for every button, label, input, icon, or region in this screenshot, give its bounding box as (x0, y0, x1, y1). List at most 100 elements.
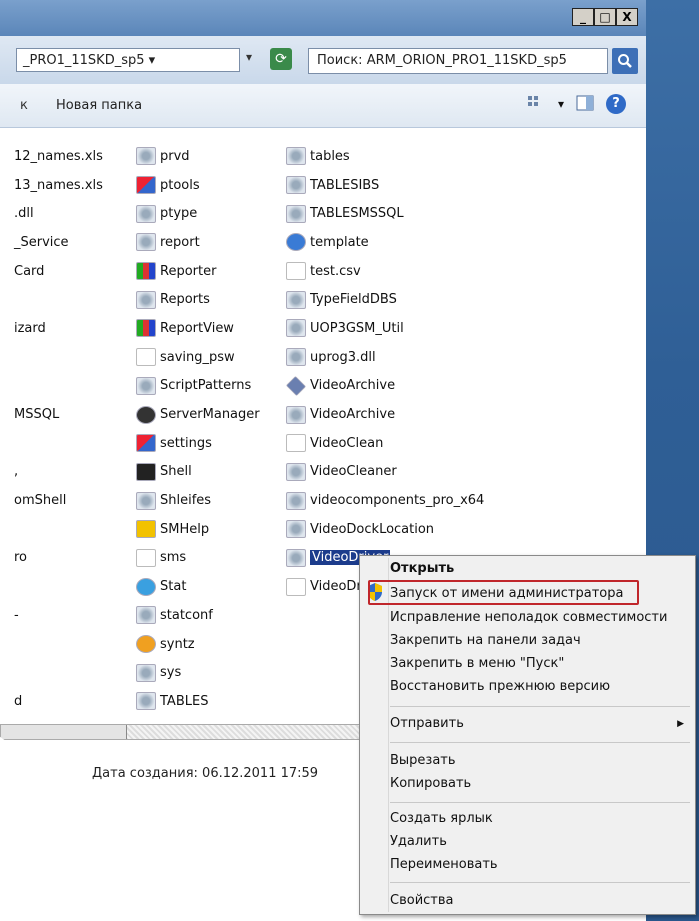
file-item[interactable]: uprog3.dll (286, 343, 484, 372)
menu-gutter-divider (388, 558, 389, 912)
file-item[interactable]: UOP3GSM_Util (286, 314, 484, 343)
file-item[interactable]: VideoCleaner (286, 458, 484, 487)
close-button[interactable]: X (616, 8, 638, 26)
file-item[interactable] (14, 515, 103, 544)
file-item[interactable]: TABLESMSSQL (286, 199, 484, 228)
menu-item-open[interactable]: Открыть (390, 558, 690, 580)
file-item[interactable]: template (286, 228, 484, 257)
file-item[interactable] (14, 372, 103, 401)
file-item[interactable]: Stat (136, 572, 260, 601)
file-item[interactable]: syntz (136, 630, 260, 659)
highlight-box (368, 580, 639, 605)
help-icon[interactable]: ? (606, 94, 626, 114)
context-menu: Открыть Запуск от имени администратора И… (359, 555, 696, 915)
file-item[interactable]: Shell (136, 458, 260, 487)
file-name: VideoCleaner (310, 464, 397, 480)
menu-item-copy[interactable]: Копировать (390, 773, 690, 795)
menu-item-rename[interactable]: Переименовать (390, 854, 690, 876)
menu-item-delete[interactable]: Удалить (390, 831, 690, 853)
file-item[interactable]: - (14, 601, 103, 630)
search-icon[interactable] (612, 48, 638, 74)
file-item[interactable]: settings (136, 429, 260, 458)
new-folder-button[interactable]: Новая папка (56, 98, 142, 113)
file-item[interactable]: ptype (136, 199, 260, 228)
file-item[interactable]: TABLES (136, 687, 260, 716)
file-name: izard (14, 320, 46, 336)
file-item[interactable]: test.csv (286, 257, 484, 286)
file-column-1: 12_names.xls 13_names.xls .dll _Service Card… (14, 142, 103, 716)
file-item[interactable]: ReportView (136, 314, 260, 343)
file-item[interactable] (14, 285, 103, 314)
file-item[interactable]: saving_psw (136, 343, 260, 372)
file-item[interactable]: tables (286, 142, 484, 171)
file-item[interactable]: 13_names.xls (14, 171, 103, 200)
file-item[interactable]: ServerManager (136, 400, 260, 429)
file-item[interactable]: izard (14, 314, 103, 343)
file-item[interactable]: Card (14, 257, 103, 286)
menu-item-compat[interactable]: Исправление неполадок совместимости (390, 607, 690, 629)
file-name: MSSQL (14, 407, 60, 423)
minimize-button[interactable]: _ (572, 8, 594, 26)
file-item[interactable]: sms (136, 544, 260, 573)
file-item[interactable]: VideoArchive (286, 400, 484, 429)
file-item[interactable]: VideoArchive (285, 372, 484, 401)
file-item[interactable]: ScriptPatterns (136, 372, 260, 401)
address-dropdown-icon[interactable]: ▾ (246, 50, 252, 64)
file-item[interactable]: Shleifes (136, 486, 260, 515)
file-item[interactable]: 12_names.xls (14, 142, 103, 171)
file-gear-icon (286, 348, 306, 367)
file-help-icon (136, 520, 156, 539)
file-name: SMHelp (160, 521, 210, 537)
file-item[interactable]: prvd (136, 142, 260, 171)
file-item[interactable]: , (14, 458, 103, 487)
file-item[interactable]: .dll (14, 199, 103, 228)
file-item[interactable]: MSSQL (14, 400, 103, 429)
refresh-icon[interactable]: ⟳ (270, 48, 292, 70)
file-item[interactable]: ro (14, 544, 103, 573)
menu-item-properties[interactable]: Свойства (390, 890, 690, 912)
title-bar: _ □ X (0, 0, 646, 36)
file-item[interactable] (14, 630, 103, 659)
preview-pane-icon[interactable] (576, 95, 594, 114)
file-item[interactable] (14, 343, 103, 372)
file-item[interactable]: _Service (14, 228, 103, 257)
menu-item-pin-start[interactable]: Закрепить в меню "Пуск" (390, 653, 690, 675)
file-name: settings (160, 435, 212, 451)
file-item[interactable]: report (136, 228, 260, 257)
file-item[interactable]: sys (136, 658, 260, 687)
file-item[interactable]: TABLESIBS (286, 171, 484, 200)
file-item[interactable]: ptools (136, 171, 260, 200)
file-gear-icon (136, 692, 156, 711)
file-column-3: tables TABLESIBS TABLESMSSQL template test.c… (285, 142, 484, 601)
menu-item-send-to[interactable]: Отправить ▶ (390, 713, 690, 735)
file-item[interactable]: omShell (14, 486, 103, 515)
file-gear-icon (286, 176, 306, 195)
menu-item-cut[interactable]: Вырезать (390, 750, 690, 772)
file-item[interactable]: d (14, 687, 103, 716)
address-path[interactable]: _PRO1_11SKD_sp5 ▾ (16, 48, 240, 72)
file-item[interactable]: SMHelp (136, 515, 260, 544)
view-icon[interactable] (527, 95, 546, 113)
scrollbar-thumb[interactable] (1, 725, 127, 739)
maximize-button[interactable]: □ (594, 8, 616, 26)
file-item[interactable] (14, 429, 103, 458)
file-item[interactable]: Reporter (136, 257, 260, 286)
file-name: VideoArchive (310, 407, 396, 423)
file-item[interactable]: Reports (136, 285, 260, 314)
toolbar-share-label[interactable]: к (20, 98, 28, 113)
file-item[interactable]: statconf (136, 601, 260, 630)
file-item[interactable]: VideoDockLocation (286, 515, 484, 544)
file-app-icon (136, 176, 156, 195)
menu-item-create-shortcut[interactable]: Создать ярлык (390, 808, 690, 830)
file-item[interactable] (14, 572, 103, 601)
file-item[interactable]: TypeFieldDBS (286, 285, 484, 314)
menu-item-pin-taskbar[interactable]: Закрепить на панели задач (390, 630, 690, 652)
search-input[interactable]: Поиск: ARM_ORION_PRO1_11SKD_sp5 (308, 48, 608, 74)
menu-item-restore[interactable]: Восстановить прежнюю версию (390, 676, 690, 698)
file-name: ServerManager (160, 407, 260, 423)
file-name: VideoDockLocation (310, 521, 435, 537)
file-item[interactable]: VideoClean (286, 429, 484, 458)
file-item[interactable] (14, 658, 103, 687)
file-item[interactable]: videocomponents_pro_x64 (286, 486, 484, 515)
view-dropdown-icon[interactable]: ▾ (558, 97, 564, 111)
